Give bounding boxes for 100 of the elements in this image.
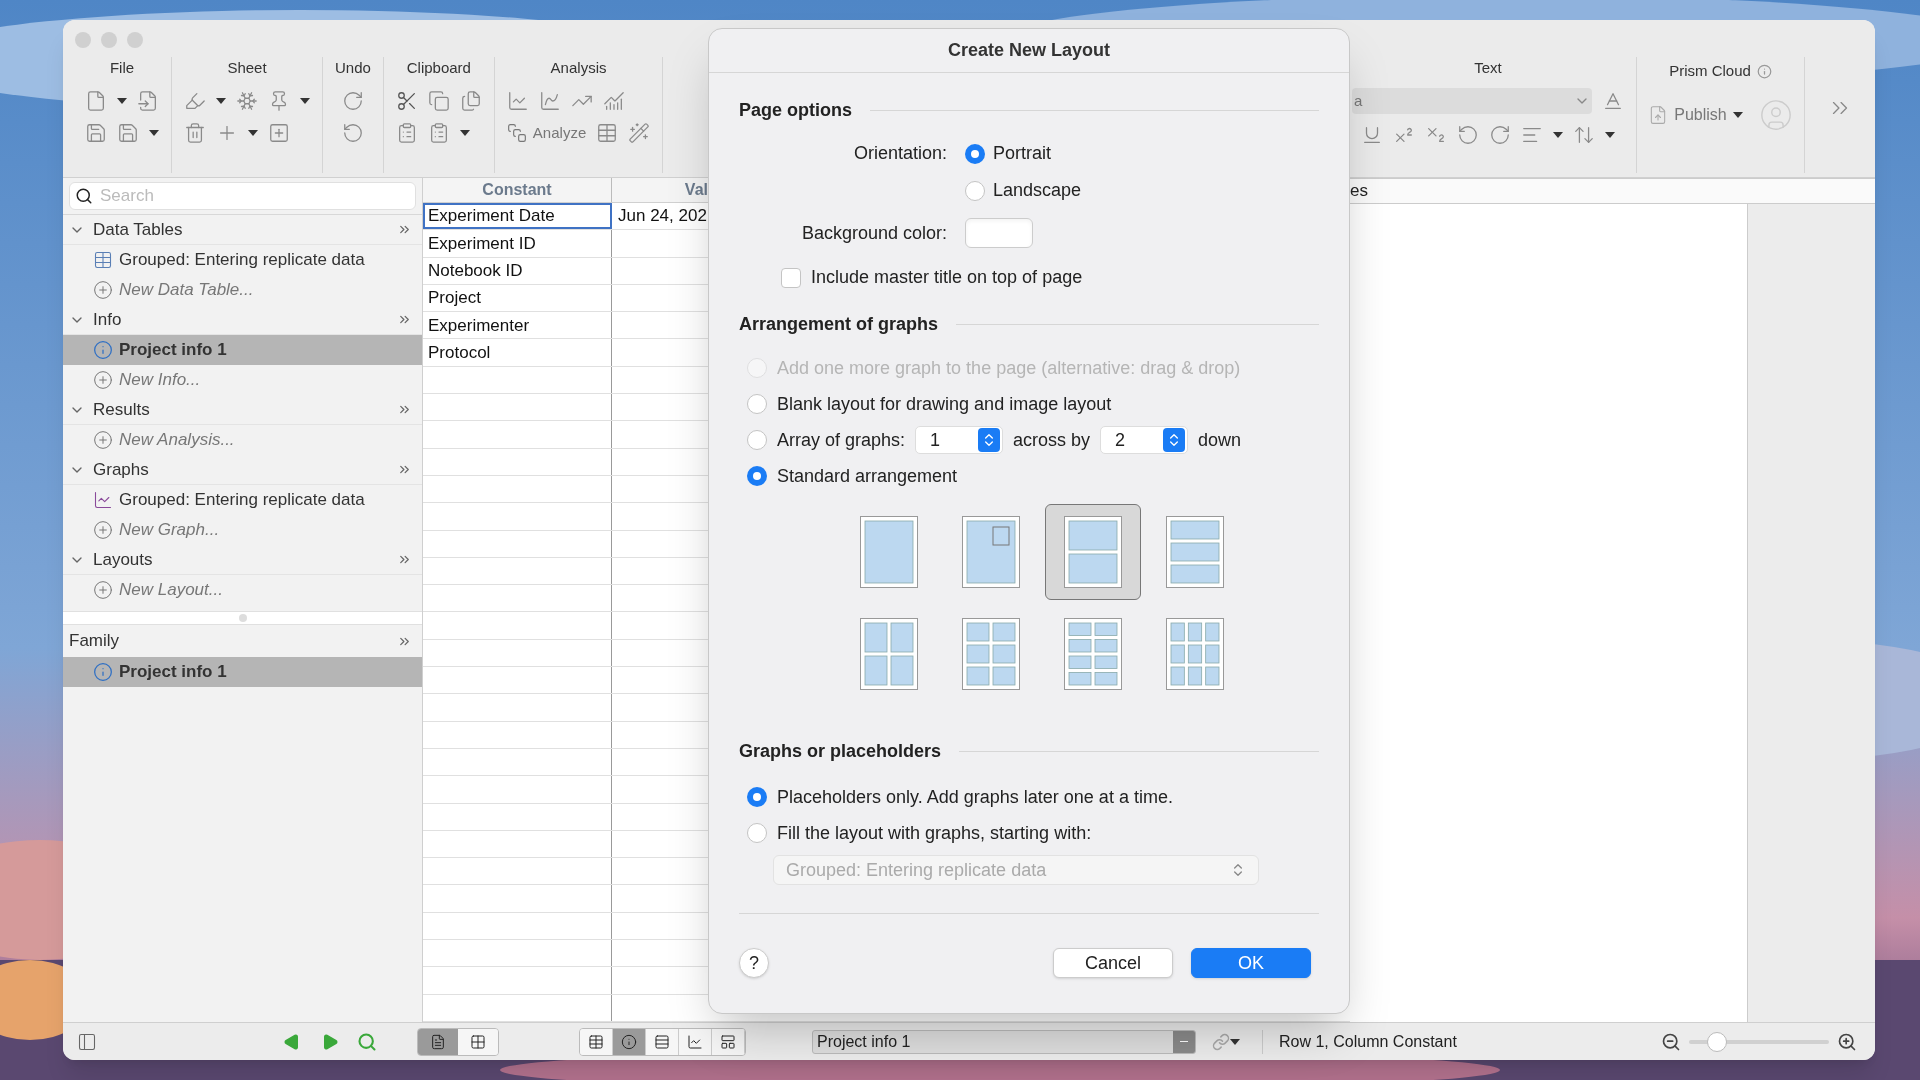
save-icon[interactable] [85,122,107,144]
section-tab[interactable] [613,1028,646,1055]
zoom-slider-track[interactable] [1689,1031,1829,1052]
group-label: Prism Cloud [1669,60,1751,81]
sidebar-toggle-icon[interactable] [77,1031,97,1052]
color-well[interactable] [965,218,1033,248]
linear-fit-icon[interactable] [506,90,529,112]
stack-icon [506,123,527,143]
number-stepper[interactable]: 2 [1100,426,1189,454]
radio-button[interactable] [965,180,985,201]
magnifier-icon[interactable] [357,1031,377,1052]
info-icon [93,662,113,682]
line-spacing-icon[interactable] [1573,124,1595,146]
section-header[interactable]: Graphs [63,455,422,485]
splitter-handle[interactable] [238,614,247,622]
table-cell[interactable]: Experiment Date [423,203,612,230]
snowflake-icon[interactable] [236,90,258,112]
dialog-title: Create New Layout [947,39,1110,62]
insert-icon[interactable] [268,122,290,144]
text-color-icon[interactable] [1602,90,1624,112]
number-stepper[interactable]: 1 [915,426,1004,454]
table-cell[interactable]: Experiment ID [423,230,612,257]
caret-icon [1605,132,1615,138]
undo-icon[interactable] [341,122,364,144]
section-tab[interactable] [712,1028,745,1055]
sidebar-item[interactable]: New Graph... [63,515,422,545]
zoom-slider-thumb[interactable] [1707,1031,1727,1052]
section-heading: Arrangement of graphs [739,313,939,336]
rotate-right-icon[interactable] [1489,124,1511,146]
sheet-name-field[interactable]: Project info 1 [812,1029,1196,1054]
group-label: Analysis [550,58,607,78]
sidebar-item[interactable]: Grouped: Entering replicate data [63,485,422,515]
next-icon[interactable] [321,1032,339,1051]
trash-icon[interactable] [184,122,206,144]
redo-icon[interactable] [341,90,364,112]
zoom-out-icon[interactable] [1661,1031,1681,1052]
caret-icon [1732,112,1743,118]
radio-button[interactable] [747,787,767,807]
section-tab[interactable] [646,1028,679,1055]
table-cell[interactable]: Protocol [423,339,612,366]
link-icon[interactable] [1212,1032,1230,1051]
section-header[interactable]: Results [63,395,422,425]
radio-label: Add one more graph to the page (alternative: drag & drop) [777,356,1241,380]
graph-icon [93,490,113,510]
analyze-button[interactable]: Analyze [506,121,587,145]
new-file-icon[interactable] [85,90,107,112]
rotate-left-icon[interactable] [1457,124,1479,146]
column-header[interactable]: Constant [423,178,612,202]
data-table-icon [93,250,113,270]
section-header[interactable]: Layouts [63,545,422,575]
scissors-icon[interactable] [395,90,418,112]
curve-fit-icon[interactable] [538,90,561,112]
radio-label: Portrait [993,142,1052,165]
column-header[interactable]: Val [612,178,708,202]
dropdown-toggle[interactable] [1173,1030,1195,1053]
zoom-in-icon[interactable] [1837,1031,1857,1052]
sidebar-item[interactable]: New Layout... [63,575,422,605]
layout-icon [720,1033,736,1050]
table-cell[interactable]: Project [423,284,612,312]
radio-button[interactable] [747,823,767,843]
copy-icon[interactable] [427,90,450,112]
sidebar-item[interactable]: New Data Table... [63,275,422,305]
section-header[interactable]: Data Tables [63,215,422,245]
previous-icon[interactable] [283,1032,301,1051]
save-as-icon[interactable] [117,122,139,144]
sidebar-item[interactable]: New Info... [63,365,422,395]
help-button[interactable]: ? [739,948,769,978]
publish-button[interactable]: Publish [1648,103,1727,127]
sidebar-item[interactable]: Project info 1 [63,657,422,687]
view-toggle[interactable] [458,1028,498,1055]
sidebar-item[interactable]: Grouped: Entering replicate data [63,245,422,275]
wand-icon[interactable] [628,122,651,144]
search-field[interactable]: Search [69,182,416,210]
duplicate-icon[interactable] [459,90,482,112]
radio-button[interactable] [747,466,767,486]
radio-button[interactable] [747,394,767,414]
cancel-button[interactable]: Cancel [1053,948,1173,978]
highlighter-icon[interactable] [184,90,206,112]
table-cell[interactable]: Notebook ID [423,257,612,284]
table-icon[interactable] [596,122,619,144]
sidebar-item[interactable]: New Analysis... [63,425,422,455]
section-heading: Graphs or placeholders [739,740,942,763]
section-header[interactable]: Family [63,625,422,657]
import-file-icon[interactable] [137,90,159,112]
field-label: Background color: [800,221,948,245]
section-tab[interactable] [580,1028,613,1055]
view-toggle[interactable] [418,1028,458,1055]
radio-button[interactable] [747,430,767,450]
checkbox[interactable] [781,267,801,288]
group-label: Text [1474,58,1502,78]
ok-button[interactable]: OK [1191,948,1311,978]
sidebar-item[interactable]: Project info 1 [63,335,422,365]
radio-button[interactable] [965,143,985,164]
table-cell[interactable]: Experimenter [423,312,612,339]
graph-icon [687,1033,703,1050]
table-cell[interactable]: Jun 24, 202 [618,203,707,229]
field-label: across by [1013,428,1091,452]
layout-option[interactable] [1045,504,1141,600]
underline-icon[interactable] [1361,124,1383,146]
info-icon[interactable] [1756,63,1772,79]
